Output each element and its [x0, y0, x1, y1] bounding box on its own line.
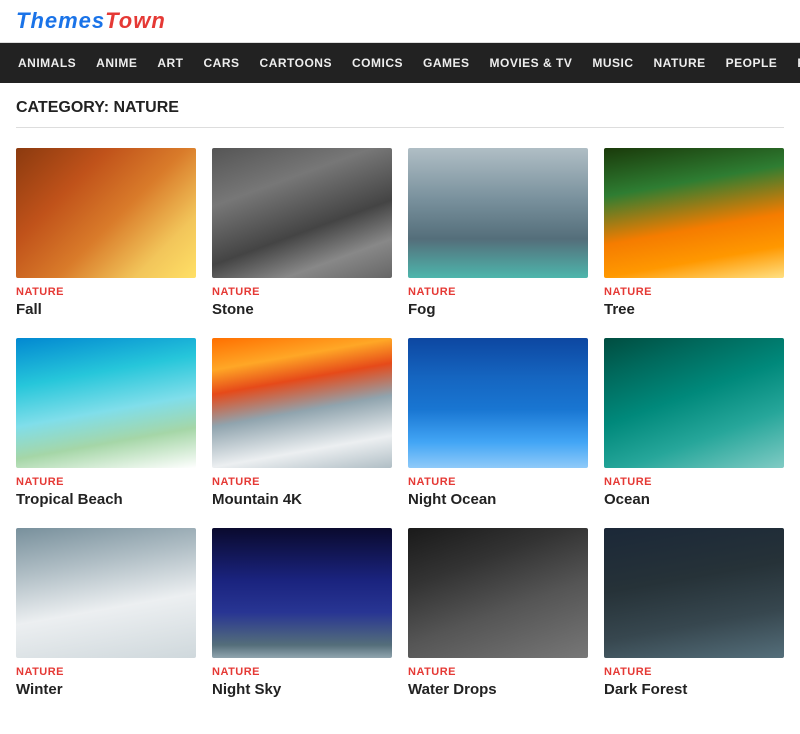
nav-item-nature[interactable]: NATURE — [644, 46, 716, 80]
nav-item-art[interactable]: ART — [147, 46, 193, 80]
card-tree[interactable]: NATURE Tree — [604, 148, 784, 318]
card-ocean[interactable]: NATURE Ocean — [604, 338, 784, 508]
card-category-night-sky: NATURE — [212, 666, 392, 678]
card-winter[interactable]: NATURE Winter — [16, 528, 196, 698]
card-title-stone: Stone — [212, 301, 392, 318]
card-night-sky[interactable]: NATURE Night Sky — [212, 528, 392, 698]
card-title-night-ocean: Night Ocean — [408, 491, 588, 508]
card-thumb-tropical-beach — [16, 338, 196, 468]
card-title-drops: Water Drops — [408, 681, 588, 698]
card-stone[interactable]: NATURE Stone — [212, 148, 392, 318]
card-thumb-tree — [604, 148, 784, 278]
site-header: ThemesTown — [0, 0, 800, 43]
logo-accent: Town — [105, 8, 166, 33]
card-thumb-mountain-4k — [212, 338, 392, 468]
card-title-dark-forest: Dark Forest — [604, 681, 784, 698]
nav-item-places[interactable]: PLACES — [787, 46, 800, 80]
card-thumb-dark-forest — [604, 528, 784, 658]
card-title-tree: Tree — [604, 301, 784, 318]
card-dark-forest[interactable]: NATURE Dark Forest — [604, 528, 784, 698]
card-night-ocean[interactable]: NATURE Night Ocean — [408, 338, 588, 508]
card-fog[interactable]: NATURE Fog — [408, 148, 588, 318]
nav-item-cars[interactable]: CARS — [194, 46, 250, 80]
logo-text: Themes — [16, 8, 105, 33]
page-title: CATEGORY: NATURE — [16, 99, 784, 128]
card-category-stone: NATURE — [212, 286, 392, 298]
card-thumb-winter — [16, 528, 196, 658]
card-category-tree: NATURE — [604, 286, 784, 298]
card-category-fog: NATURE — [408, 286, 588, 298]
card-title-ocean: Ocean — [604, 491, 784, 508]
card-title-fall: Fall — [16, 301, 196, 318]
page-content: CATEGORY: NATURE NATURE Fall NATURE Ston… — [0, 83, 800, 734]
card-drops[interactable]: NATURE Water Drops — [408, 528, 588, 698]
nav-item-games[interactable]: GAMES — [413, 46, 480, 80]
card-category-tropical-beach: NATURE — [16, 476, 196, 488]
card-grid-row1: NATURE Fall NATURE Stone NATURE Fog NATU… — [16, 148, 784, 318]
nav-item-music[interactable]: MUSIC — [582, 46, 643, 80]
card-thumb-stone — [212, 148, 392, 278]
card-thumb-fall — [16, 148, 196, 278]
card-category-fall: NATURE — [16, 286, 196, 298]
nav-item-anime[interactable]: ANIME — [86, 46, 147, 80]
card-tropical-beach[interactable]: NATURE Tropical Beach — [16, 338, 196, 508]
card-grid-row3: NATURE Winter NATURE Night Sky NATURE Wa… — [16, 528, 784, 698]
card-grid-row2: NATURE Tropical Beach NATURE Mountain 4K… — [16, 338, 784, 508]
card-category-dark-forest: NATURE — [604, 666, 784, 678]
card-category-night-ocean: NATURE — [408, 476, 588, 488]
card-thumb-ocean — [604, 338, 784, 468]
main-nav: ANIMALS ANIME ART CARS CARTOONS COMICS G… — [0, 43, 800, 83]
nav-item-cartoons[interactable]: CARTOONS — [250, 46, 342, 80]
card-category-drops: NATURE — [408, 666, 588, 678]
card-title-fog: Fog — [408, 301, 588, 318]
nav-item-people[interactable]: PEOPLE — [716, 46, 788, 80]
site-logo[interactable]: ThemesTown — [16, 8, 166, 34]
card-category-winter: NATURE — [16, 666, 196, 678]
card-title-winter: Winter — [16, 681, 196, 698]
card-title-tropical-beach: Tropical Beach — [16, 491, 196, 508]
card-thumb-night-sky — [212, 528, 392, 658]
card-fall[interactable]: NATURE Fall — [16, 148, 196, 318]
card-category-ocean: NATURE — [604, 476, 784, 488]
card-title-mountain-4k: Mountain 4K — [212, 491, 392, 508]
nav-item-movies-tv[interactable]: MOVIES & TV — [480, 46, 583, 80]
card-thumb-drops — [408, 528, 588, 658]
nav-item-animals[interactable]: ANIMALS — [8, 46, 86, 80]
card-category-mountain-4k: NATURE — [212, 476, 392, 488]
card-thumb-fog — [408, 148, 588, 278]
card-mountain-4k[interactable]: NATURE Mountain 4K — [212, 338, 392, 508]
card-title-night-sky: Night Sky — [212, 681, 392, 698]
nav-item-comics[interactable]: COMICS — [342, 46, 413, 80]
card-thumb-night-ocean — [408, 338, 588, 468]
